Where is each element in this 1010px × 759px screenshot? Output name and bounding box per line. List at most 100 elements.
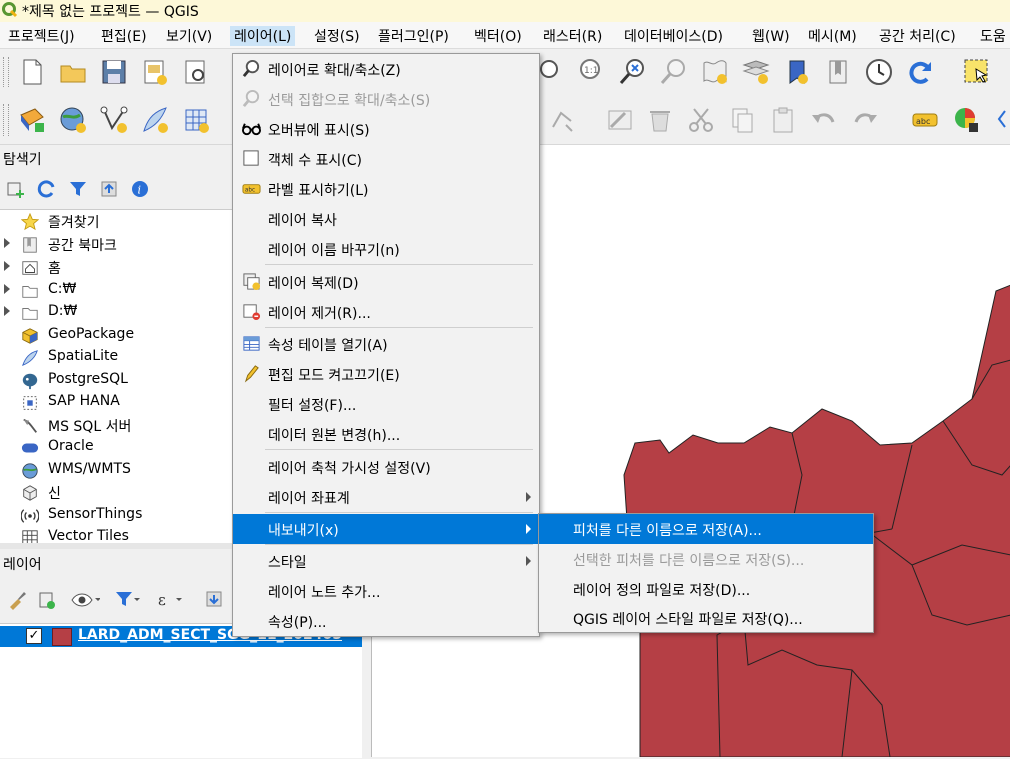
expand-arrow-icon[interactable] bbox=[4, 261, 10, 271]
refresh-icon[interactable] bbox=[905, 57, 935, 87]
zoom-native-icon[interactable]: 1:1 bbox=[577, 57, 607, 87]
menu-item-styles[interactable]: 스타일 bbox=[233, 546, 539, 576]
zoom-to-selection-icon[interactable] bbox=[618, 57, 648, 87]
undo-icon[interactable] bbox=[809, 105, 839, 135]
menu-help[interactable]: 도움 bbox=[980, 26, 1006, 46]
tree-item-mssql[interactable]: MS SQL 서버 bbox=[0, 415, 232, 437]
tree-item-vector-tiles[interactable]: Vector Tiles bbox=[0, 527, 232, 544]
zoom-in-icon[interactable] bbox=[536, 57, 566, 87]
menu-item-zoom-to-layer[interactable]: 레이어로 확대/축소(Z) bbox=[233, 54, 539, 84]
menu-settings[interactable]: 설정(S) bbox=[314, 26, 360, 46]
tree-item-geopackage[interactable]: GeoPackage bbox=[0, 325, 232, 347]
delete-selected-icon[interactable] bbox=[645, 105, 675, 135]
tree-item-oracle[interactable]: Oracle bbox=[0, 437, 232, 459]
expression-filter-icon[interactable]: ε bbox=[156, 589, 182, 611]
toolbar-grip[interactable] bbox=[3, 104, 9, 136]
expand-arrow-icon[interactable] bbox=[4, 306, 10, 316]
refresh-icon[interactable] bbox=[37, 179, 57, 199]
collapse-all-icon[interactable] bbox=[99, 179, 119, 199]
menu-item-export[interactable]: 내보내기(x) bbox=[233, 514, 539, 544]
menu-edit[interactable]: 편집(E) bbox=[101, 26, 147, 46]
expand-all-icon[interactable] bbox=[204, 589, 226, 611]
label-abc-icon[interactable]: abc bbox=[910, 105, 940, 135]
digitize-vertex-icon[interactable] bbox=[99, 105, 129, 135]
save-project-icon[interactable] bbox=[99, 57, 129, 87]
bookmark-icon[interactable] bbox=[782, 57, 812, 87]
add-spatialite-icon[interactable] bbox=[140, 105, 170, 135]
menu-project[interactable]: 프로젝트(J) bbox=[8, 26, 75, 46]
checkbox-icon[interactable] bbox=[242, 149, 261, 168]
add-group-icon[interactable] bbox=[36, 589, 58, 611]
menu-raster[interactable]: 래스터(R) bbox=[543, 26, 602, 46]
menu-item-show-labels[interactable]: abc 라벨 표시하기(L) bbox=[233, 174, 539, 204]
expand-arrow-icon[interactable] bbox=[4, 238, 10, 248]
tree-item-wms-wmts[interactable]: WMS/WMTS bbox=[0, 460, 232, 482]
menu-item-change-data-source[interactable]: 데이터 원본 변경(h)... bbox=[233, 419, 539, 449]
layout-manager-icon[interactable] bbox=[181, 57, 211, 87]
add-raster-layer-icon[interactable] bbox=[58, 105, 88, 135]
menu-database[interactable]: 데이터베이스(D) bbox=[624, 26, 723, 46]
menu-processing[interactable]: 공간 처리(C) bbox=[879, 26, 956, 46]
paste-features-icon[interactable] bbox=[768, 105, 798, 135]
submenu-item-save-layer-definition[interactable]: 레이어 정의 파일로 저장(D)... bbox=[539, 574, 873, 604]
menu-item-filter[interactable]: 필터 설정(F)... bbox=[233, 389, 539, 419]
temporal-clock-icon[interactable] bbox=[864, 57, 894, 87]
tree-item-home[interactable]: 홈 bbox=[0, 257, 232, 279]
select-features-icon[interactable] bbox=[962, 57, 992, 87]
menu-item-layer-crs[interactable]: 레이어 좌표계 bbox=[233, 482, 539, 512]
expand-arrow-icon[interactable] bbox=[4, 284, 10, 294]
menu-item-duplicate-layer[interactable]: 레이어 복제(D) bbox=[233, 267, 539, 297]
modify-attributes-icon[interactable] bbox=[605, 105, 635, 135]
add-mesh-layer-icon[interactable] bbox=[181, 105, 211, 135]
menu-item-scale-visibility[interactable]: 레이어 축척 가시성 설정(V) bbox=[233, 452, 539, 482]
tree-item-drive-d[interactable]: D:₩ bbox=[0, 302, 232, 324]
tree-item-sap-hana[interactable]: SAP HANA bbox=[0, 392, 232, 414]
add-vector-layer-icon[interactable] bbox=[17, 105, 47, 135]
visibility-eye-icon[interactable] bbox=[70, 589, 100, 611]
tree-item-favorites[interactable]: 즐겨찾기 bbox=[0, 211, 232, 233]
toolbar-grip[interactable] bbox=[3, 57, 9, 87]
cut-features-icon[interactable] bbox=[686, 105, 716, 135]
menu-item-toggle-editing[interactable]: 편집 모드 켜고끄기(E) bbox=[233, 359, 539, 389]
menu-view[interactable]: 보기(V) bbox=[166, 26, 212, 46]
filter-legend-icon[interactable] bbox=[114, 589, 140, 611]
open-project-icon[interactable] bbox=[58, 57, 88, 87]
new-print-layout-icon[interactable] bbox=[140, 57, 170, 87]
layer-visibility-checkbox[interactable]: ✓ bbox=[26, 628, 42, 644]
menu-item-open-attribute-table[interactable]: 속성 테이블 열기(A) bbox=[233, 329, 539, 359]
menu-item-show-feature-count[interactable]: 객체 수 표시(C) bbox=[233, 144, 539, 174]
tree-item-wcs[interactable]: 신 bbox=[0, 482, 232, 504]
new-project-icon[interactable] bbox=[17, 57, 47, 87]
vertex-tool-icon[interactable] bbox=[548, 105, 578, 135]
menu-item-show-in-overview[interactable]: 오버뷰에 표시(S) bbox=[233, 114, 539, 144]
menu-plugins[interactable]: 플러그인(P) bbox=[378, 26, 449, 46]
copy-features-icon[interactable] bbox=[727, 105, 757, 135]
tree-item-drive-c[interactable]: C:₩ bbox=[0, 280, 232, 302]
menu-item-rename-layer[interactable]: 레이어 이름 바꾸기(n) bbox=[233, 234, 539, 264]
tree-item-spatial-bookmarks[interactable]: 공간 북마크 bbox=[0, 234, 232, 256]
menu-item-remove-layer[interactable]: 레이어 제거(R)... bbox=[233, 297, 539, 327]
bookmark-icon[interactable] bbox=[823, 57, 853, 87]
browser-tree[interactable]: 즐겨찾기 공간 북마크 홈 C:₩ D:₩ GeoPackage SpatiaL… bbox=[0, 209, 232, 544]
pin-labels-icon[interactable] bbox=[995, 105, 1010, 135]
tree-item-sensorthings[interactable]: SensorThings bbox=[0, 505, 232, 527]
tree-item-spatialite[interactable]: SpatiaLite bbox=[0, 347, 232, 369]
add-selected-layers-icon[interactable] bbox=[6, 179, 26, 199]
new-bookmark-icon[interactable] bbox=[700, 57, 730, 87]
filter-icon[interactable] bbox=[68, 179, 88, 199]
menu-web[interactable]: 웹(W) bbox=[752, 26, 790, 46]
submenu-item-save-features-as[interactable]: 피처를 다른 이름으로 저장(A)... bbox=[539, 514, 873, 544]
layers-scrollbar[interactable] bbox=[362, 623, 370, 757]
diagram-pie-icon[interactable] bbox=[951, 105, 981, 135]
style-brush-icon[interactable] bbox=[6, 589, 28, 611]
info-icon[interactable]: i bbox=[130, 179, 150, 199]
show-bookmarks-icon[interactable] bbox=[741, 57, 771, 87]
zoom-to-layer-icon[interactable] bbox=[659, 57, 689, 87]
redo-icon[interactable] bbox=[850, 105, 880, 135]
menu-layer[interactable]: 레이어(L) bbox=[230, 26, 296, 46]
menu-mesh[interactable]: 메시(M) bbox=[808, 26, 857, 46]
submenu-item-save-qgis-style[interactable]: QGIS 레이어 스타일 파일로 저장(Q)... bbox=[539, 603, 873, 633]
tree-item-postgresql[interactable]: PostgreSQL bbox=[0, 370, 232, 392]
menu-item-add-layer-notes[interactable]: 레이어 노트 추가... bbox=[233, 576, 539, 606]
menu-vector[interactable]: 벡터(O) bbox=[474, 26, 522, 46]
